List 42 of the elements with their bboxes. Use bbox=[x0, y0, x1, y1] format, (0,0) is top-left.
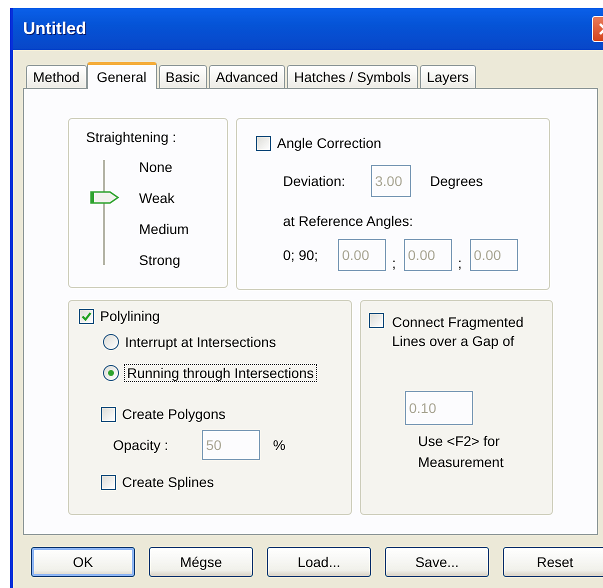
slider-stop-label: None bbox=[139, 158, 172, 174]
slider-thumb[interactable] bbox=[90, 191, 120, 204]
radio-label: Interrupt at Intersections bbox=[125, 334, 276, 350]
unit-label: % bbox=[273, 437, 286, 453]
tab[interactable]: Layers bbox=[420, 65, 476, 88]
checkbox-label: Polylining bbox=[100, 308, 160, 324]
slider-stop-label: Weak bbox=[139, 190, 175, 206]
window-title: Untitled bbox=[23, 19, 86, 39]
separator-label: ; bbox=[392, 255, 396, 271]
checkbox-label: Create Polygons bbox=[122, 406, 226, 422]
hint-text: Use <F2> for Measurement bbox=[418, 432, 505, 472]
dialog-button[interactable]: Save... bbox=[385, 547, 489, 577]
field-label: 0; 90; bbox=[283, 247, 320, 263]
tab[interactable]: Hatches / Symbols bbox=[287, 65, 418, 88]
slider-stop-label: Medium bbox=[139, 220, 189, 236]
checkbox-label: Connect Fragmented Lines over a Gap of bbox=[392, 313, 525, 351]
dialog-button[interactable]: Reset bbox=[503, 547, 603, 577]
separator-label: ; bbox=[458, 255, 462, 271]
checkbox[interactable] bbox=[79, 308, 94, 324]
tab[interactable]: General bbox=[86, 62, 157, 89]
unit-label: Degrees bbox=[430, 173, 483, 189]
checkbox[interactable] bbox=[256, 136, 271, 150]
radio-button[interactable] bbox=[103, 365, 119, 381]
dialog-button[interactable]: OK bbox=[31, 547, 135, 577]
dialog-button[interactable]: Load... bbox=[267, 547, 371, 577]
field-label: Deviation: bbox=[283, 173, 346, 189]
checkbox-label: Create Splines bbox=[122, 474, 214, 490]
field-label: at Reference Angles: bbox=[283, 213, 413, 229]
tab[interactable]: Advanced bbox=[208, 65, 286, 88]
checkbox[interactable] bbox=[101, 474, 116, 490]
field-label: Opacity : bbox=[113, 437, 170, 453]
radio-label: Running through Intersections bbox=[125, 365, 316, 381]
group-label: Straightening : bbox=[86, 129, 176, 145]
tab[interactable]: Method bbox=[26, 65, 87, 88]
checkbox[interactable] bbox=[369, 313, 384, 328]
check-icon bbox=[81, 310, 92, 322]
radio-button[interactable] bbox=[103, 334, 119, 350]
slider-stop-label: Strong bbox=[139, 252, 180, 268]
dialog-button[interactable]: Mégse bbox=[149, 547, 253, 577]
tab[interactable]: Basic bbox=[158, 65, 207, 88]
checkbox-label: Angle Correction bbox=[277, 135, 382, 151]
checkbox[interactable] bbox=[101, 406, 116, 422]
